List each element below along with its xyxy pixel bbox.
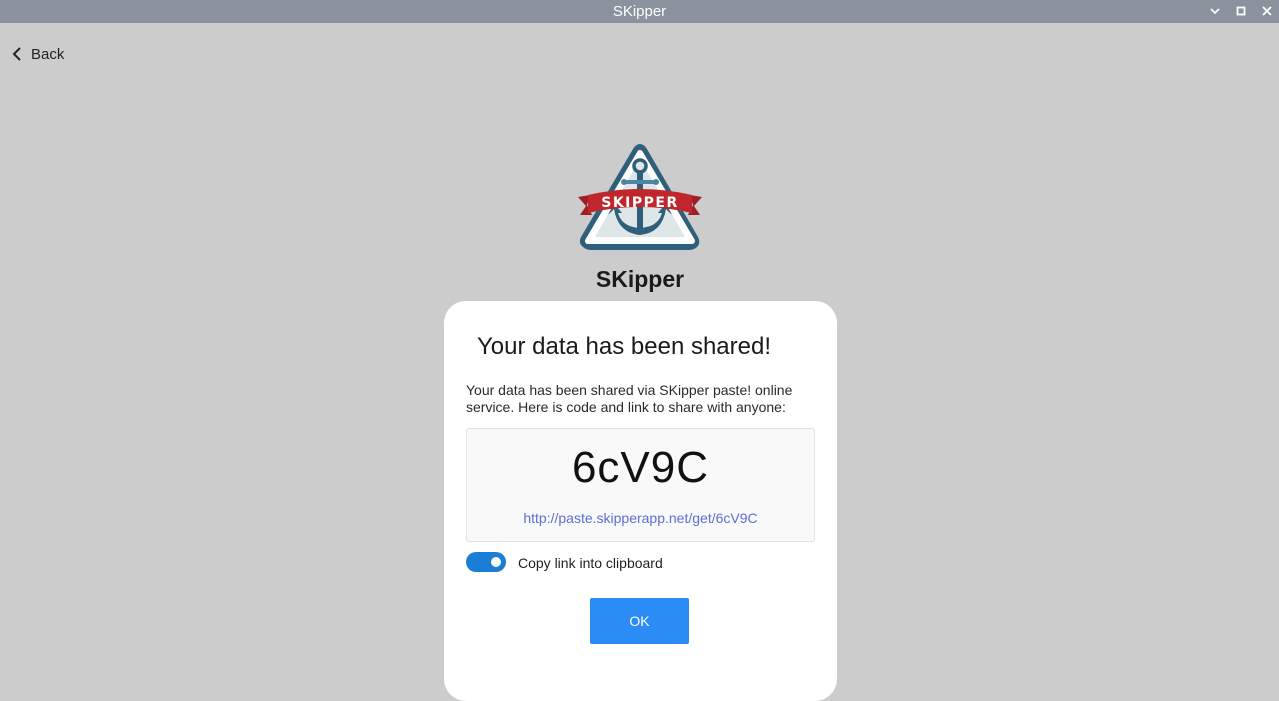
dialog-title: Your data has been shared! — [477, 333, 772, 360]
logo-banner-text: SKIPPER — [601, 195, 679, 211]
share-code-box: 6cV9C http://paste.skipperapp.net/get/6c… — [466, 428, 815, 542]
back-label: Back — [31, 45, 65, 63]
share-code: 6cV9C — [571, 443, 710, 492]
copy-link-toggle[interactable] — [466, 552, 506, 572]
minimize-icon[interactable] — [1208, 4, 1222, 18]
chevron-left-icon — [12, 47, 21, 61]
share-dialog: Your data has been shared! Your data has… — [444, 301, 837, 701]
copy-link-toggle-label: Copy link into clipboard — [518, 555, 663, 571]
dialog-message: Your data has been shared via SKipper pa… — [466, 382, 793, 415]
close-icon[interactable] — [1260, 4, 1274, 18]
back-button[interactable]: Back — [11, 44, 64, 64]
share-link[interactable]: http://paste.skipperapp.net/get/6cV9C — [467, 510, 814, 526]
app-name: SKipper — [595, 266, 685, 292]
ok-button[interactable]: OK — [590, 598, 689, 644]
skipper-logo: SKIPPER — [574, 139, 706, 255]
toggle-knob — [491, 557, 501, 567]
window-titlebar: SKipper — [0, 0, 1279, 23]
maximize-icon[interactable] — [1234, 4, 1248, 18]
window-title: SKipper — [612, 3, 667, 20]
